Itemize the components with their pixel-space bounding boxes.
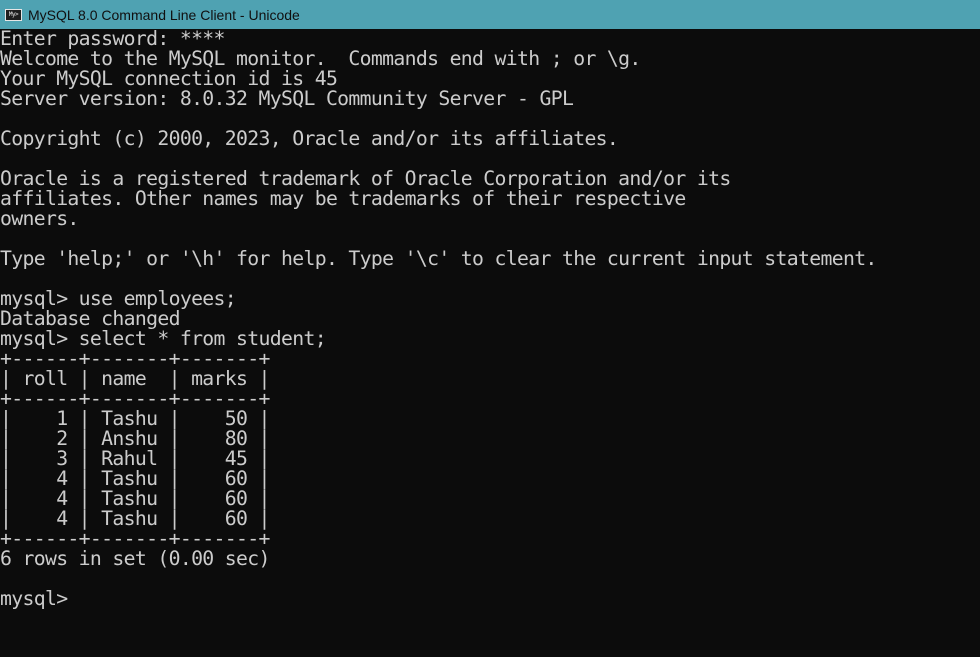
console-line: Your MySQL connection id is 45 (0, 67, 338, 90)
console-line: Welcome to the MySQL monitor. Commands e… (0, 47, 641, 70)
console-line: | 4 | Tashu | 60 | (0, 507, 270, 530)
console-line: Copyright (c) 2000, 2023, Oracle and/or … (0, 127, 619, 150)
console-line: Type 'help;' or '\h' for help. Type '\c'… (0, 247, 877, 270)
title-bar[interactable]: My> MySQL 8.0 Command Line Client - Unic… (0, 0, 980, 29)
console-line: | 1 | Tashu | 50 | (0, 407, 270, 430)
console-line: Server version: 8.0.32 MySQL Community S… (0, 87, 574, 110)
mysql-client-window: My> MySQL 8.0 Command Line Client - Unic… (0, 0, 980, 657)
console-line: mysql> select * from student; (0, 327, 327, 350)
console-line: | roll | name | marks | (0, 367, 270, 390)
console-line: +------+-------+-------+ (0, 387, 270, 410)
mysql-prompt[interactable]: mysql> (0, 589, 980, 609)
console-line: +------+-------+-------+ (0, 347, 270, 370)
console-line: | 3 | Rahul | 45 | (0, 447, 270, 470)
console-line: affiliates. Other names may be trademark… (0, 187, 686, 210)
console-line: | 4 | Tashu | 60 | (0, 467, 270, 490)
console-line: +------+-------+-------+ (0, 527, 270, 550)
console-line: Database changed (0, 307, 181, 330)
window-title: MySQL 8.0 Command Line Client - Unicode (28, 6, 300, 23)
console-line: 6 rows in set (0.00 sec) (0, 547, 270, 570)
console-line: | 4 | Tashu | 60 | (0, 487, 270, 510)
console-line: owners. (0, 207, 79, 230)
app-icon-label: My> (8, 10, 19, 18)
console-line: Oracle is a registered trademark of Orac… (0, 167, 731, 190)
console-line: | 2 | Anshu | 80 | (0, 427, 270, 450)
console-output[interactable]: Enter password: **** Welcome to the MySQL… (0, 29, 980, 657)
console-line: Enter password: **** (0, 29, 225, 50)
console-line: mysql> use employees; (0, 287, 237, 310)
mysql-console-icon: My> (5, 8, 22, 21)
